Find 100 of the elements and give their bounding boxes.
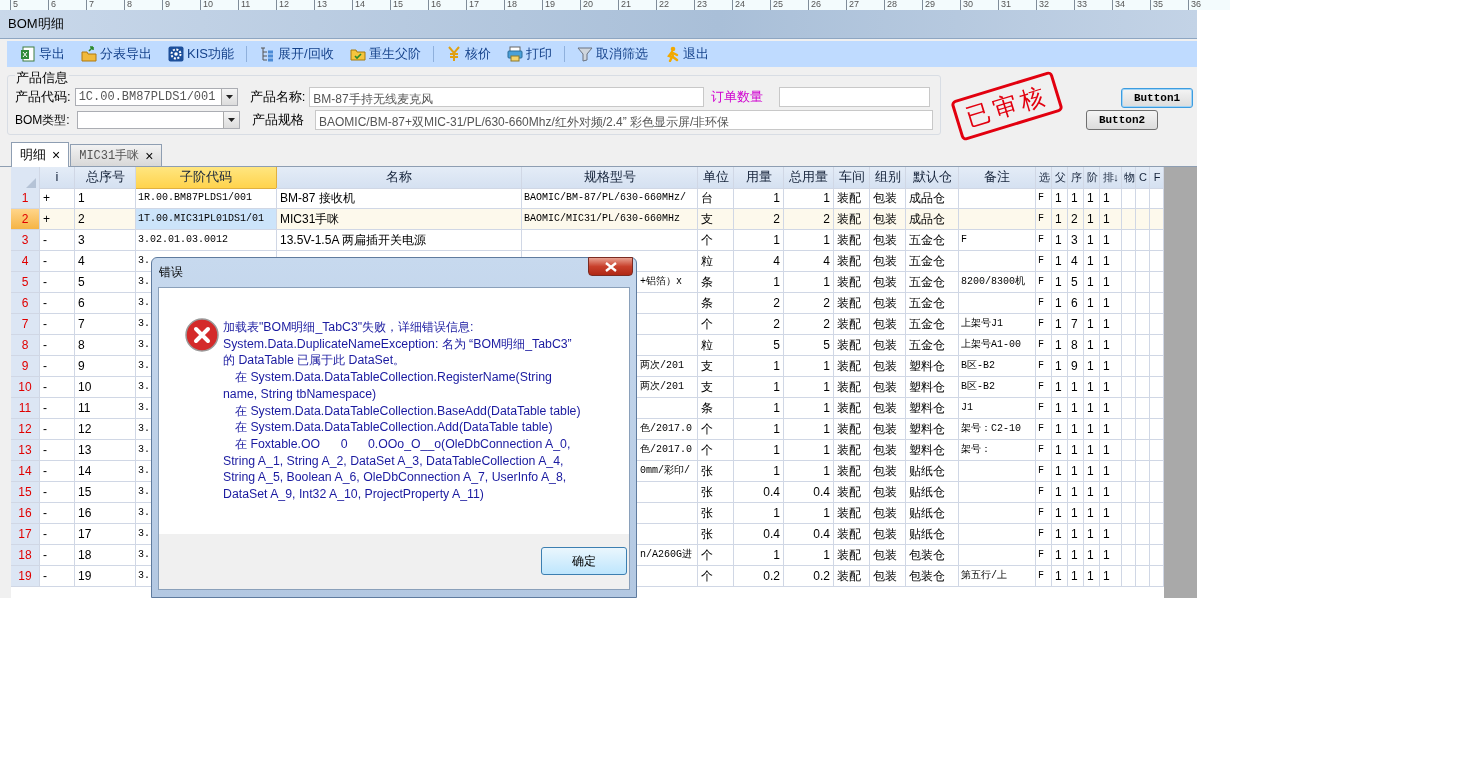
text-field[interactable]: BM-87手持无线麦克风 [309,87,705,107]
table-cell: 1 [1052,440,1068,461]
column-header[interactable]: 总序号 [75,167,136,189]
table-cell: 1 [1084,545,1100,566]
column-header[interactable]: 规格型号 [522,167,698,189]
column-header[interactable]: 序 [1068,167,1084,189]
column-header[interactable]: 组别 [870,167,906,189]
table-cell: 7 [1068,314,1084,335]
toolbar-button[interactable]: 分表导出 [77,43,156,65]
row-header[interactable]: 11 [11,398,40,419]
table-cell: 1 [1100,251,1122,272]
column-header[interactable]: 父 [1052,167,1068,189]
text-field[interactable]: BAOMIC/BM-87+双MIC-31/PL/630-660Mhz/红外对频/2.4” 彩色显示屏/非环保 [315,110,933,130]
table-cell [1122,566,1136,587]
table-cell: 支 [698,356,734,377]
row-header[interactable]: 13 [11,440,40,461]
row-header[interactable]: 19 [11,566,40,587]
column-header[interactable]: 默认仓 [906,167,959,189]
table-cell [1122,524,1136,545]
push-button[interactable]: Button2 [1086,110,1158,130]
column-header[interactable]: 用量 [734,167,784,189]
column-header[interactable]: 阶 [1084,167,1100,189]
table-cell: 成品仓 [906,209,959,230]
column-header[interactable]: 备注 [959,167,1036,189]
table-cell: 1 [784,356,834,377]
row-header[interactable]: 12 [11,419,40,440]
table-cell: 1 [1052,419,1068,440]
table-cell: F [1036,524,1052,545]
dropdown-field[interactable] [77,111,240,129]
table-cell: 装配 [834,293,870,314]
column-header[interactable]: 子阶代码 [136,167,277,189]
table-cell: 10 [75,377,136,398]
column-header[interactable]: C [1136,167,1150,189]
push-button[interactable]: Button1 [1121,88,1193,108]
column-header[interactable]: 名称 [277,167,522,189]
row-header[interactable]: 10 [11,377,40,398]
row-header[interactable]: 15 [11,482,40,503]
table-cell: 包装 [870,440,906,461]
row-header[interactable]: 3 [11,230,40,251]
table-cell [1122,419,1136,440]
toolbar-button[interactable]: 重生父阶 [345,43,425,65]
table-cell: 包装 [870,356,906,377]
column-header[interactable]: 车间 [834,167,870,189]
table-cell: 1 [784,230,834,251]
table-cell: 1 [1084,524,1100,545]
toolbar-button[interactable]: 展开/回收 [254,43,338,65]
toolbar-button[interactable]: KIS功能 [164,43,238,65]
row-header[interactable]: 6 [11,293,40,314]
table-cell: 0.4 [734,482,784,503]
window-title: BOM明细 [8,15,64,33]
column-header[interactable]: F [1150,167,1164,189]
toolbar-button[interactable]: 核价 [441,43,495,65]
table-cell: 1 [1084,272,1100,293]
gear-icon [168,46,184,62]
table-cell: 张 [698,503,734,524]
table-cell: 1 [1052,272,1068,293]
dropdown-caret-icon [228,118,235,122]
table-cell: 1 [1100,230,1122,251]
table-cell: 1 [1084,209,1100,230]
column-header[interactable]: 物 [1122,167,1136,189]
row-header[interactable]: 16 [11,503,40,524]
column-header[interactable]: 总用量 [784,167,834,189]
column-header[interactable]: 单位 [698,167,734,189]
column-header[interactable]: i [40,167,75,189]
toolbar-button[interactable]: 取消筛选 [572,43,652,65]
table-cell: F [1036,545,1052,566]
table-cell: 1 [1068,482,1084,503]
table-cell: 1 [1084,419,1100,440]
column-header[interactable]: 选 [1036,167,1052,189]
dropdown-field[interactable]: 1C.00.BM87PLDS1/001 [74,88,238,106]
table-cell: F [1036,377,1052,398]
table-cell: 1 [1068,440,1084,461]
tab[interactable]: MIC31手咪 × [70,144,163,166]
table-cell [1136,335,1150,356]
row-header[interactable]: 18 [11,545,40,566]
close-tab-button[interactable]: × [52,147,61,163]
row-header[interactable]: 1 [11,188,40,209]
table-cell: 装配 [834,335,870,356]
toolbar-button[interactable]: 退出 [659,43,713,65]
toolbar-button[interactable]: 打印 [502,43,556,65]
row-header[interactable]: 14 [11,461,40,482]
row-header[interactable]: 4 [11,251,40,272]
table-cell: 装配 [834,545,870,566]
toolbar-button[interactable]: 导出 [16,43,69,65]
text-field[interactable] [779,87,931,107]
row-header[interactable]: 7 [11,314,40,335]
tab[interactable]: 明细 × [11,142,70,167]
table-cell: 架号：C2-10 [959,419,1036,440]
row-header[interactable]: 17 [11,524,40,545]
row-header[interactable]: 9 [11,356,40,377]
ok-button[interactable]: 确定 [541,547,627,575]
table-cell: F [1036,503,1052,524]
close-button[interactable] [588,257,633,276]
close-tab-button[interactable]: × [145,147,154,164]
row-header[interactable]: 8 [11,335,40,356]
table-cell: 1 [1052,230,1068,251]
folder-arrow-icon [81,46,97,62]
column-header[interactable]: 排↓ [1100,167,1122,189]
row-header[interactable]: 5 [11,272,40,293]
table-cell: 条 [698,398,734,419]
